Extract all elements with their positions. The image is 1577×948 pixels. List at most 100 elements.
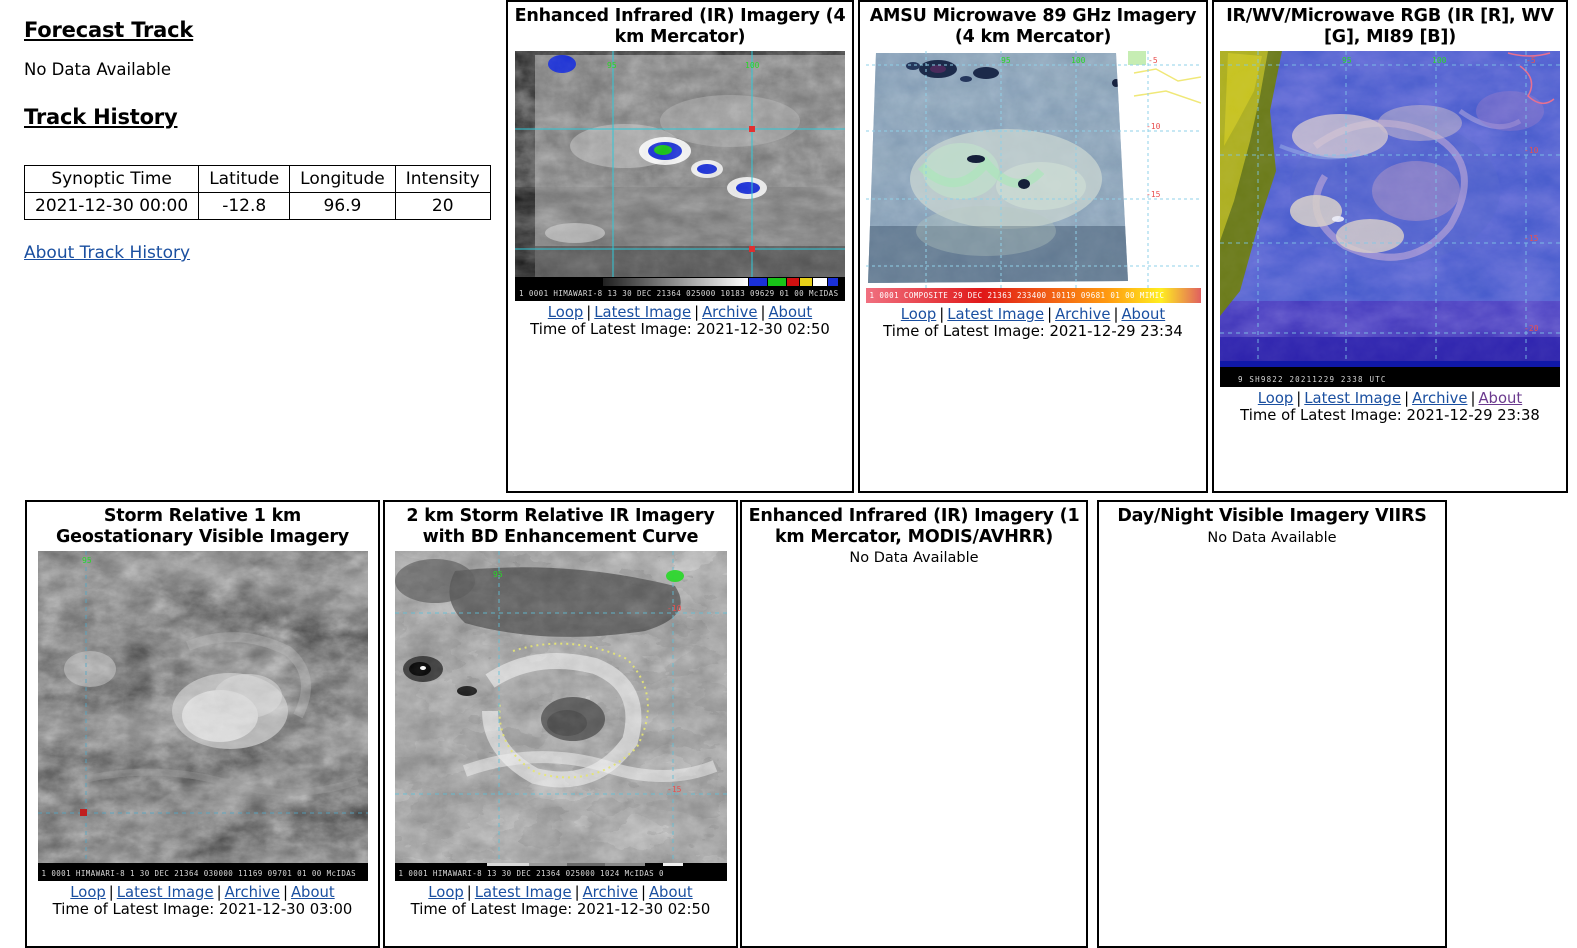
svg-text:-15: -15 [1524, 234, 1539, 243]
svg-text:-10: -10 [667, 604, 682, 613]
archive-link-amsu[interactable]: Archive [1055, 306, 1110, 323]
latest-image-time-vis: Time of Latest Image: 2021-12-30 03:00 [52, 901, 353, 919]
track-history-heading: Track History [24, 105, 178, 129]
about-link-amsu[interactable]: About [1121, 306, 1165, 323]
svg-text:95: 95 [1342, 56, 1352, 65]
panel-storm-relative-ir-2km: 2 km Storm Relative IR Imagery with BD E… [383, 500, 738, 948]
archive-link-rgb[interactable]: Archive [1412, 390, 1467, 407]
satellite-image-rgb-composite[interactable]: 95 100 -5 -10 -15 -20 9 SH9822 20211229 … [1220, 51, 1560, 388]
link-separator: | [1296, 390, 1302, 408]
ir-4km-overlay-text: 1 0001 HIMAWARI-8 13 30 DEC 21364 025000… [515, 286, 845, 302]
svg-text:95: 95 [493, 570, 503, 579]
svg-text:100: 100 [1071, 56, 1086, 65]
amsu-89ghz-svg: 95 100 -5 -10 -15 [865, 51, 1201, 304]
forecast-track-no-data: No Data Available [24, 60, 172, 79]
archive-link-bd[interactable]: Archive [583, 884, 638, 901]
link-separator: | [1404, 390, 1410, 408]
cell-intensity: 20 [394, 192, 491, 220]
panel-title-storm-relative-ir-2km: 2 km Storm Relative IR Imagery with BD E… [406, 506, 715, 547]
svg-text:95: 95 [82, 556, 92, 565]
cell-synoptic-time: 2021-12-30 00:00 [23, 192, 200, 220]
about-link-vis[interactable]: About [291, 884, 335, 901]
latest-image-link-bd[interactable]: Latest Image [475, 884, 572, 901]
latest-image-link-vis[interactable]: Latest Image [117, 884, 214, 901]
loop-link-bd[interactable]: Loop [428, 884, 463, 901]
link-separator: | [282, 884, 288, 902]
svg-text:100: 100 [745, 61, 760, 70]
panel-storm-relative-vis-1km: Storm Relative 1 km Geostationary Visibl… [25, 500, 380, 948]
about-link-bd[interactable]: About [649, 884, 693, 901]
no-data-ir-1km: No Data Available [849, 550, 979, 567]
svg-text:-5: -5 [1526, 56, 1536, 65]
storm-relative-vis-overlay-text: 1 0001 HIMAWARI-8 1 30 DEC 21364 030000 … [37, 866, 368, 882]
satellite-image-storm-relative-vis[interactable]: 95 1 0001 HIMAWARI-8 1 30 DEC 21364 0300… [37, 551, 368, 882]
satellite-image-ir-4km[interactable]: 95 100 1 0001 HIMAWARI-8 13 30 DEC 21364… [515, 51, 845, 302]
panel-title-viirs-day-night: Day/Night Visible Imagery VIIRS [1117, 506, 1427, 526]
svg-text:-10: -10 [1524, 146, 1539, 155]
storm-relative-ir-overlay-text: 1 0001 HIMAWARI-8 13 30 DEC 21364 025000… [394, 866, 727, 882]
column-header-latitude: Latitude [198, 165, 291, 193]
link-separator: | [586, 304, 592, 322]
about-link-rgb[interactable]: About [1478, 390, 1522, 407]
svg-text:95: 95 [1001, 56, 1011, 65]
link-separator: | [1470, 390, 1476, 408]
column-header-synoptic-time: Synoptic Time [23, 165, 200, 193]
no-data-viirs: No Data Available [1207, 529, 1337, 546]
panel-links-ir-4km: Loop | Latest Image | Archive | About [508, 304, 852, 321]
svg-text:-20: -20 [1524, 324, 1539, 333]
svg-text:-15: -15 [1146, 190, 1161, 199]
rgb-overlay-text: 9 SH9822 20211229 2338 UTC [1220, 372, 1560, 388]
satellite-dashboard: Forecast Track No Data Available Track H… [0, 0, 1577, 948]
link-separator: | [640, 884, 646, 902]
latest-image-link-amsu[interactable]: Latest Image [947, 306, 1044, 323]
panel-title-ir-4km: Enhanced Infrared (IR) Imagery (4 km Mer… [514, 6, 846, 47]
panel-ir-4km: Enhanced Infrared (IR) Imagery (4 km Mer… [506, 0, 854, 493]
track-history-table: Synoptic Time Latitude Longitude Intensi… [23, 165, 491, 220]
svg-text:-5: -5 [1148, 56, 1158, 65]
loop-link-amsu[interactable]: Loop [901, 306, 936, 323]
svg-text:95: 95 [607, 61, 617, 70]
about-track-history-link[interactable]: About Track History [24, 243, 190, 263]
column-header-longitude: Longitude [289, 165, 396, 193]
panel-title-ir-1km-modis-avhrr: Enhanced Infrared (IR) Imagery (1 km Mer… [748, 506, 1080, 547]
latest-image-link-rgb[interactable]: Latest Image [1304, 390, 1401, 407]
forecast-track-heading: Forecast Track [24, 18, 194, 42]
panel-title-storm-relative-vis-1km: Storm Relative 1 km Geostationary Visibl… [56, 506, 349, 547]
cell-longitude: 96.9 [289, 192, 396, 220]
about-link-ir-4km[interactable]: About [768, 304, 812, 321]
archive-link-ir-4km[interactable]: Archive [702, 304, 757, 321]
link-separator: | [108, 884, 114, 902]
loop-link-rgb[interactable]: Loop [1258, 390, 1293, 407]
storm-relative-ir-svg: 95 -10 -15 [394, 551, 727, 882]
svg-text:-15: -15 [667, 785, 682, 794]
table-header-row: Synoptic Time Latitude Longitude Intensi… [23, 165, 491, 193]
cell-latitude: -12.8 [198, 192, 291, 220]
link-separator: | [939, 306, 945, 324]
latest-image-time-amsu: Time of Latest Image: 2021-12-29 23:34 [883, 323, 1183, 341]
link-separator: | [694, 304, 700, 322]
rgb-composite-svg: 95 100 -5 -10 -15 -20 [1220, 51, 1560, 388]
table-row: 2021-12-30 00:00 -12.8 96.9 20 [23, 192, 491, 220]
loop-link-vis[interactable]: Loop [70, 884, 105, 901]
svg-text:100: 100 [1432, 56, 1447, 65]
link-separator: | [760, 304, 766, 322]
storm-relative-vis-svg: 95 [37, 551, 368, 882]
satellite-image-storm-relative-ir[interactable]: 95 -10 -15 1 0001 HIMAWARI-8 13 30 DEC 2… [394, 551, 727, 882]
archive-link-vis[interactable]: Archive [225, 884, 280, 901]
forecast-track-column: Forecast Track No Data Available Track H… [0, 0, 503, 493]
link-separator: | [216, 884, 222, 902]
loop-link-ir-4km[interactable]: Loop [548, 304, 583, 321]
latest-image-time-rgb: Time of Latest Image: 2021-12-29 23:38 [1240, 407, 1540, 425]
amsu-overlay-text: 1 0001 COMPOSITE 29 DEC 21363 233400 101… [869, 291, 1165, 301]
panel-ir-1km-modis-avhrr: Enhanced Infrared (IR) Imagery (1 km Mer… [740, 500, 1088, 948]
panel-title-amsu-89ghz: AMSU Microwave 89 GHz Imagery (4 km Merc… [869, 6, 1197, 47]
panel-viirs-day-night: Day/Night Visible Imagery VIIRS No Data … [1097, 500, 1447, 948]
svg-text:-10: -10 [1146, 122, 1161, 131]
satellite-image-amsu-89ghz[interactable]: 95 100 -5 -10 -15 1 0001 COMPOSITE 29 DE… [865, 51, 1201, 304]
latest-image-time-bd: Time of Latest Image: 2021-12-30 02:50 [410, 901, 711, 919]
panel-rgb-composite: IR/WV/Microwave RGB (IR [R], WV [G], MI8… [1212, 0, 1568, 493]
link-separator: | [1113, 306, 1119, 324]
link-separator: | [1047, 306, 1053, 324]
panel-links-storm-relative-vis: Loop | Latest Image | Archive | About [27, 884, 378, 901]
latest-image-link-ir-4km[interactable]: Latest Image [594, 304, 691, 321]
